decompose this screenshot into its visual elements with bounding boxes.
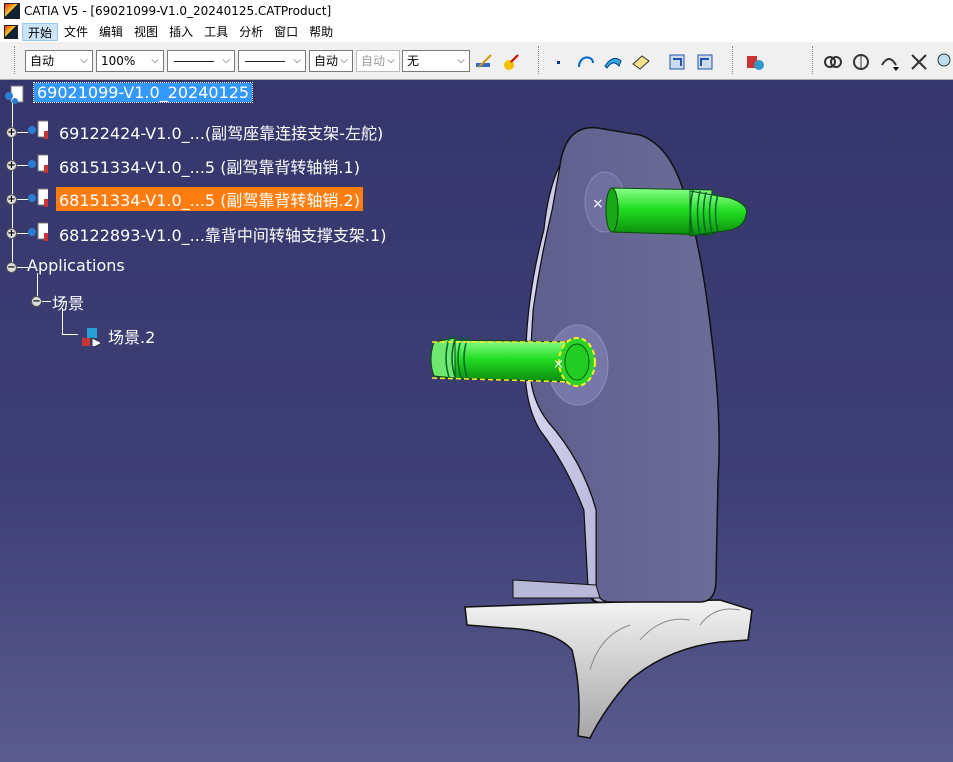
menu-start[interactable]: 开始 — [22, 23, 59, 41]
toolbar-grip[interactable] — [538, 46, 542, 74]
product-view2-icon[interactable] — [694, 51, 716, 73]
point-icon[interactable] — [548, 51, 570, 73]
format-painter-icon[interactable] — [500, 51, 522, 73]
layer-filter-combo: 自动 ⌵ — [356, 50, 400, 72]
menu-window[interactable]: 窗口 — [269, 22, 303, 42]
document-menu-icon[interactable] — [4, 25, 18, 39]
product-view-icon[interactable] — [666, 51, 688, 73]
support-bracket[interactable] — [464, 599, 753, 739]
pin-upper[interactable]: × — [592, 187, 748, 237]
compass-icon[interactable] — [850, 51, 872, 73]
menu-help[interactable]: 帮助 — [304, 22, 338, 42]
chevron-down-icon: ⌵ — [80, 55, 88, 66]
menu-edit[interactable]: 编辑 — [94, 22, 128, 42]
transparency-combo[interactable]: 100% ⌵ — [96, 50, 164, 72]
color-combo[interactable]: 自动 ⌵ — [25, 50, 93, 72]
constraint-icon[interactable] — [822, 51, 844, 73]
curve-icon[interactable] — [575, 51, 597, 73]
svg-text:×: × — [553, 357, 564, 372]
svg-text:×: × — [592, 196, 604, 212]
render-style-icon[interactable] — [630, 51, 652, 73]
window-title: CATIA V5 - [69021099-V1.0_20240125.CATPr… — [24, 4, 332, 18]
chevron-down-icon: ⌵ — [457, 55, 465, 66]
lineweight-combo[interactable]: ⌵ — [238, 50, 306, 72]
menu-tools[interactable]: 工具 — [199, 22, 233, 42]
toolbar-grip[interactable] — [732, 46, 736, 74]
toolbar-grip[interactable] — [14, 46, 18, 74]
catia-logo-icon — [4, 3, 20, 19]
zoom-icon[interactable] — [935, 51, 953, 73]
chevron-down-icon: ⌵ — [293, 55, 301, 66]
toolbar-grip[interactable] — [812, 46, 816, 74]
chevron-down-icon: ⌵ — [340, 55, 348, 66]
linetype-combo[interactable]: ⌵ — [167, 50, 235, 72]
toolbar: 自动 ⌵ 100% ⌵ ⌵ ⌵ 自动 ⌵ 自动 ⌵ 无 ⌵ — [0, 42, 953, 80]
surface-icon[interactable] — [602, 51, 624, 73]
fit-all-icon[interactable] — [908, 51, 930, 73]
catalog-icon[interactable] — [744, 51, 766, 73]
menu-analyze[interactable]: 分析 — [234, 22, 268, 42]
menu-view[interactable]: 视图 — [129, 22, 163, 42]
menu-file[interactable]: 文件 — [59, 22, 93, 42]
point-symbol-combo[interactable]: 自动 ⌵ — [309, 50, 353, 72]
chevron-down-icon: ⌵ — [151, 55, 159, 66]
title-bar: CATIA V5 - [69021099-V1.0_20240125.CATPr… — [0, 0, 953, 22]
pin-lower-selected[interactable]: × — [430, 335, 596, 387]
layer-combo[interactable]: 无 ⌵ — [402, 50, 470, 72]
menu-insert[interactable]: 插入 — [164, 22, 198, 42]
3d-model[interactable]: × × — [0, 80, 953, 762]
manipulate-icon[interactable] — [878, 51, 900, 73]
chevron-down-icon: ⌵ — [222, 55, 230, 66]
menu-bar: 开始 文件 编辑 视图 插入 工具 分析 窗口 帮助 — [0, 22, 953, 42]
painter-icon[interactable] — [473, 51, 495, 73]
3d-viewport[interactable]: 69021099-V1.0_20240125 + 69122424-V1.0_.… — [0, 80, 953, 762]
chevron-down-icon: ⌵ — [387, 55, 395, 66]
